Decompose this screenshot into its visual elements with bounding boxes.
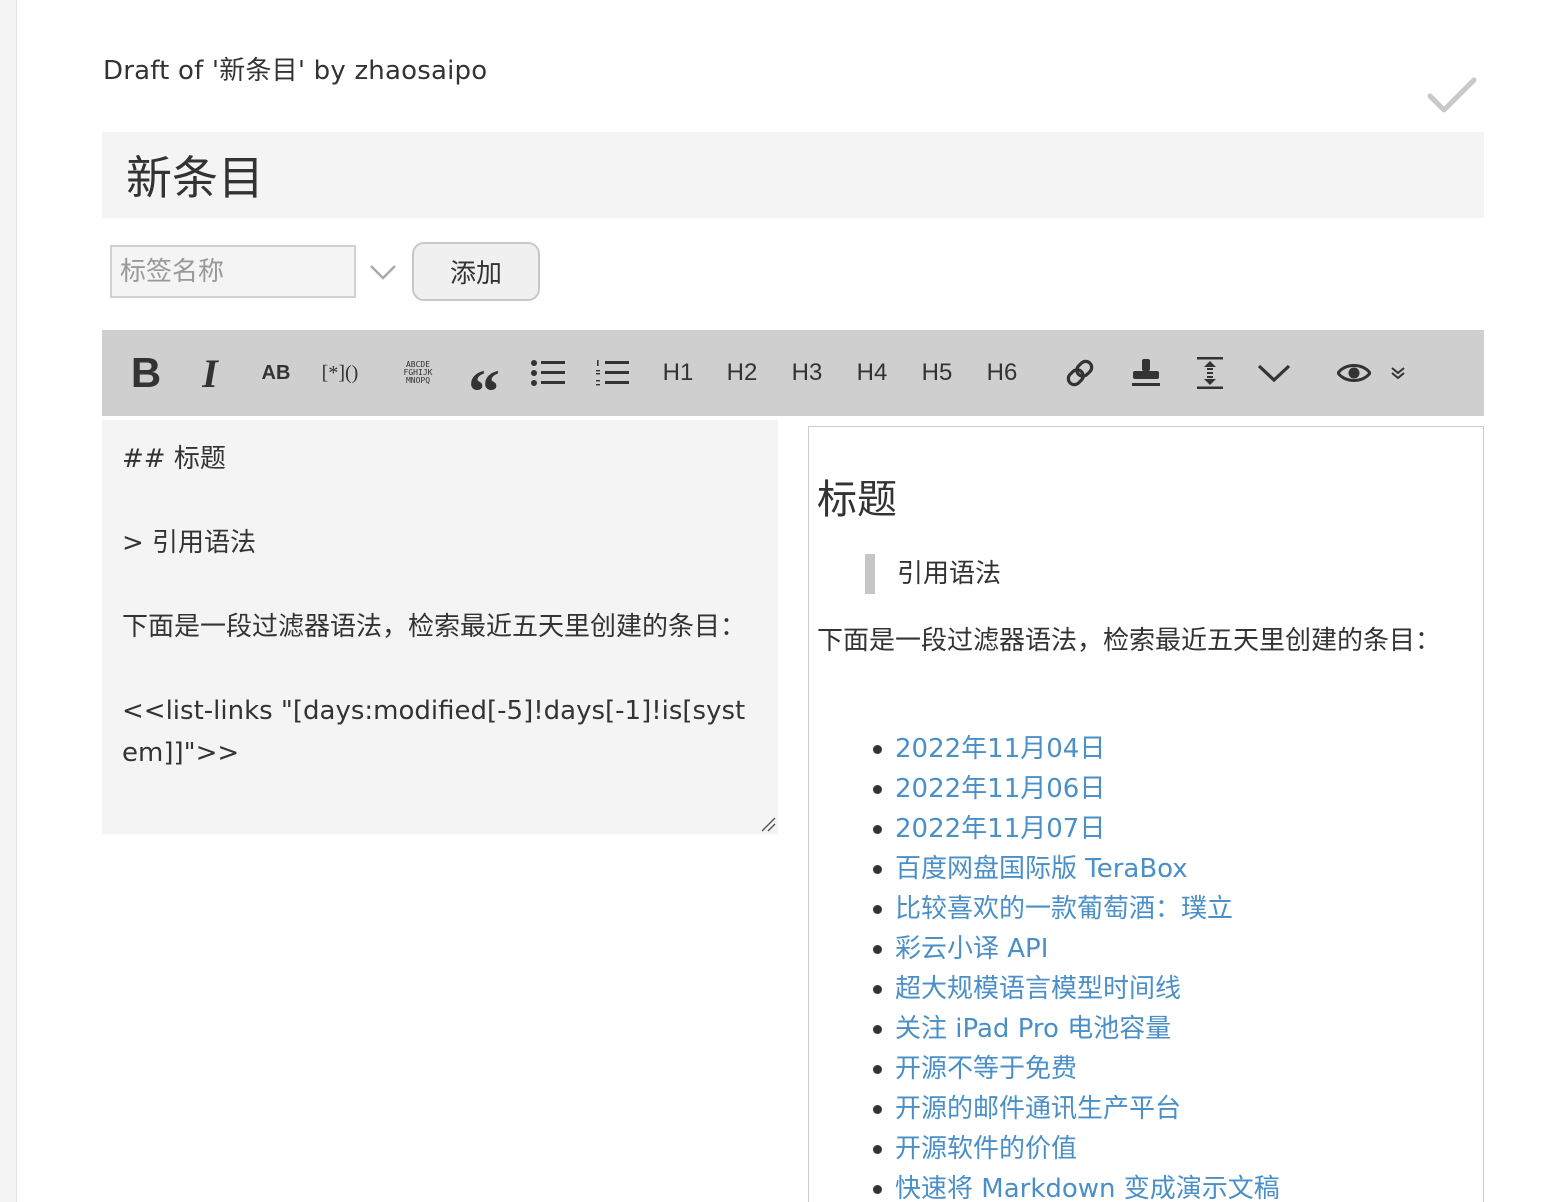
tiddler-link[interactable]: 彩云小译 API [895,934,1048,964]
list-item: 超大规模语言模型时间线 [873,969,1280,1009]
italic-button[interactable]: I [198,351,222,396]
preview-eye-icon [1337,364,1371,382]
bold-button[interactable]: B [128,349,164,396]
editor-line: 下面是一段过滤器语法，检索最近五天里创建的条目： [122,612,747,642]
excise-button[interactable] [1192,351,1228,395]
list-item: 关注 iPad Pro 电池容量 [873,1009,1280,1049]
editor-text[interactable]: ## 标题 > 引用语法下面是一段过滤器语法，检索最近五天里创建的条目： <<lis… [122,438,752,774]
preview-toggle-button[interactable] [1336,351,1372,395]
h3-button[interactable]: H3 [789,351,825,395]
list-item: 2022年11月07日 [873,809,1280,849]
h4-button[interactable]: H4 [854,351,890,395]
stamp-icon [1132,359,1160,386]
more-dropdown-button[interactable] [1256,351,1292,395]
chevron-down-icon [370,265,396,280]
h1-button[interactable]: H1 [660,351,696,395]
tiddler-link[interactable]: 百度网盘国际版 TeraBox [895,854,1188,884]
h6-button[interactable]: H6 [984,351,1020,395]
list-item: 开源软件的价值 [873,1129,1280,1169]
tiddler-link[interactable]: 开源的邮件通讯生产平台 [895,1094,1181,1124]
editor-toolbar: B I AB [*]() ABCDE FGHIJK MNOPQ “ H1 H2 … [102,330,1484,424]
list-item: 比较喜欢的一款葡萄酒：璞立 [873,889,1280,929]
h2-button[interactable]: H2 [724,351,760,395]
preview-type-dropdown-button[interactable] [1388,351,1408,395]
stamp-button[interactable] [1128,351,1164,395]
tiddler-link[interactable]: 快速将 Markdown 变成演示文稿 [895,1174,1280,1202]
list-item: 开源不等于免费 [873,1049,1280,1089]
preview-type-dropdown-icon [1391,367,1405,380]
tag-dropdown-button[interactable] [368,256,398,286]
numbered-list-icon [596,360,629,386]
body-editor[interactable]: ## 标题 > 引用语法下面是一段过滤器语法，检索最近五天里创建的条目： <<lis… [102,420,778,834]
transclude-button[interactable]: [*]() [320,351,360,395]
h5-button[interactable]: H5 [919,351,955,395]
bullet-list-button[interactable] [530,351,566,395]
preview-paragraph: 下面是一段过滤器语法，检索最近五天里创建的条目： [817,626,1442,656]
tag-name-input[interactable] [110,245,356,298]
tiddler-link[interactable]: 2022年11月07日 [895,814,1105,844]
preview-pane: 标题 引用语法 下面是一段过滤器语法，检索最近五天里创建的条目： 2022年11… [808,426,1484,1202]
list-item: 百度网盘国际版 TeraBox [873,849,1280,889]
title-input[interactable] [126,142,1446,208]
tiddler-link[interactable]: 超大规模语言模型时间线 [895,974,1181,1004]
strikethrough-button[interactable]: AB [258,351,294,395]
list-item: 2022年11月06日 [873,769,1280,809]
editor-line: <<list-links "[days:modified[-5]!days[-1… [122,696,746,768]
more-dropdown-icon [1257,364,1291,383]
tiddler-link[interactable]: 开源不等于免费 [895,1054,1077,1084]
link-button[interactable] [1062,351,1098,395]
preview-heading: 标题 [817,477,897,523]
excise-icon [1197,357,1223,389]
tiddler-link[interactable]: 关注 iPad Pro 电池容量 [895,1014,1171,1044]
preview-blockquote: 引用语法 [865,554,1001,594]
checkmark-icon [1427,77,1477,113]
monospace-button[interactable]: ABCDE FGHIJK MNOPQ [398,351,438,395]
editor-line: ## 标题 [122,444,226,474]
numbered-list-button[interactable] [594,351,630,395]
list-item: 开源的邮件通讯生产平台 [873,1089,1280,1129]
editor-line: > 引用语法 [122,528,257,558]
done-button[interactable] [1424,70,1480,120]
bullet-list-icon [531,360,565,386]
tiddler-link[interactable]: 2022年11月06日 [895,774,1105,804]
list-item: 快速将 Markdown 变成演示文稿 [873,1169,1280,1202]
tiddler-link[interactable]: 比较喜欢的一款葡萄酒：璞立 [895,894,1233,924]
draft-title: Draft of '新条目' by zhaosaipo [103,56,488,86]
title-field-container [102,132,1484,218]
tiddler-link[interactable]: 2022年11月04日 [895,734,1105,764]
left-rail [0,0,17,1202]
list-item: 彩云小译 API [873,929,1280,969]
preview-link-list: 2022年11月04日 2022年11月06日 2022年11月07日 百度网盘… [873,729,1280,1202]
tiddler-link[interactable]: 开源软件的价值 [895,1134,1077,1164]
link-icon [1066,359,1094,387]
quote-button[interactable]: “ [464,351,504,424]
resize-handle-icon[interactable] [760,816,776,832]
list-item: 2022年11月04日 [873,729,1280,769]
add-tag-button[interactable]: 添加 [412,242,540,301]
